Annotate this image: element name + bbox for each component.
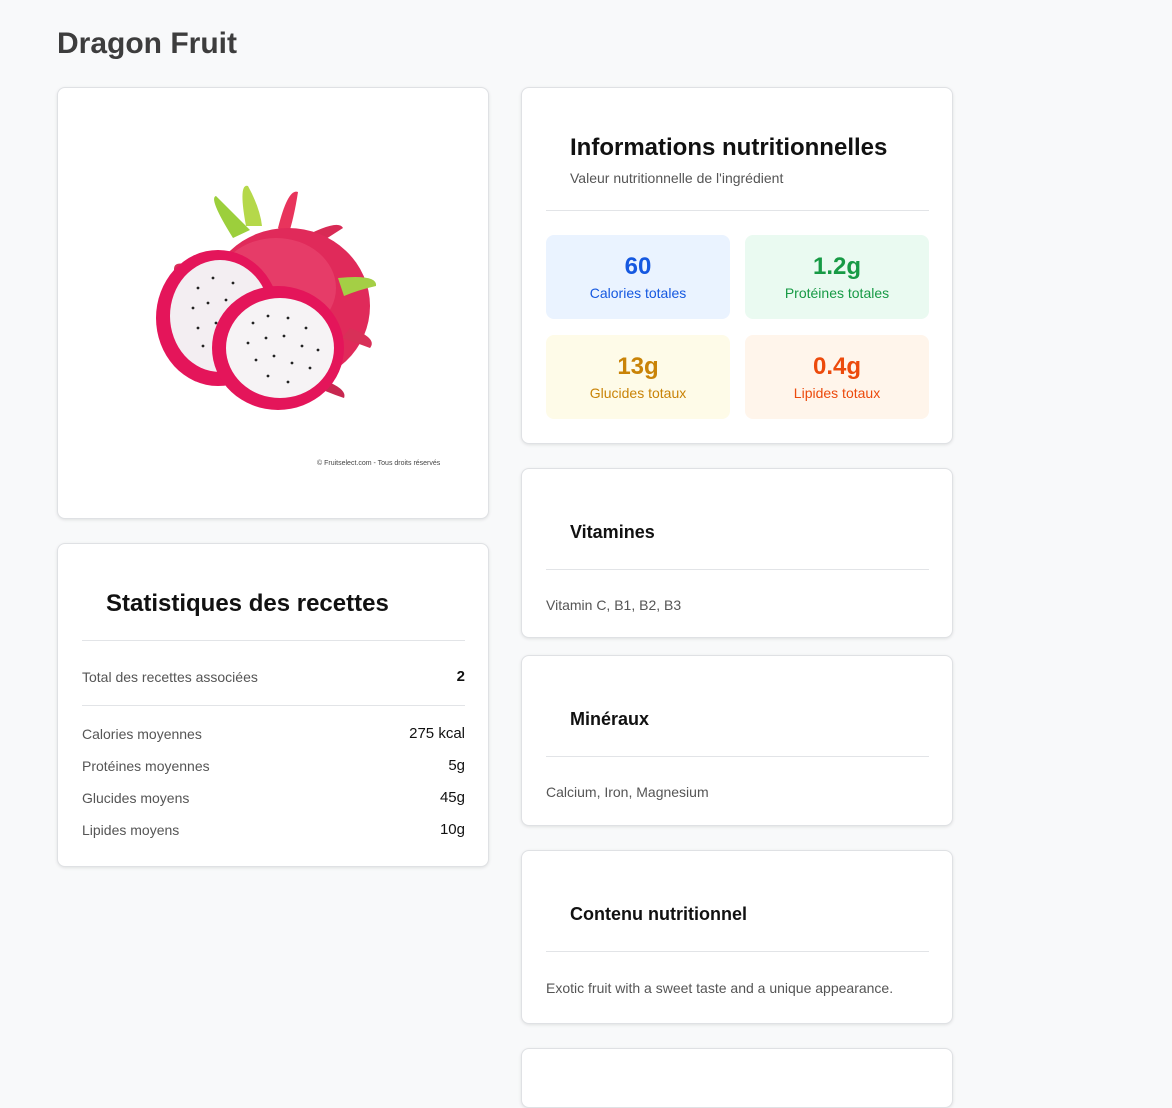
nutrition-subtitle: Valeur nutritionnelle de l'ingrédient: [570, 170, 784, 186]
content-text: Exotic fruit with a sweet taste and a un…: [546, 980, 894, 996]
stat-label: Lipides moyens: [82, 821, 180, 838]
stats-divider: [82, 705, 465, 706]
page-title: Dragon Fruit: [57, 27, 237, 60]
nutrition-divider: [546, 210, 929, 211]
content-divider: [546, 951, 929, 952]
fat-tile: 0.4g Lipides totaux: [745, 335, 929, 419]
protein-tile: 1.2g Protéines totales: [745, 235, 929, 319]
tile-value: 0.4g: [812, 353, 862, 380]
tile-value: 13g: [617, 353, 659, 380]
stats-divider: [82, 640, 465, 641]
calories-tile: 60 Calories totales: [546, 235, 730, 319]
vitamins-card: Vitamines Vitamin C, B1, B2, B3: [521, 468, 953, 638]
tile-label: Protéines totales: [784, 285, 890, 301]
stat-label: Protéines moyennes: [82, 757, 210, 774]
minerals-text: Calcium, Iron, Magnesium: [546, 784, 709, 800]
minerals-title: Minéraux: [570, 709, 650, 729]
stat-label: Total des recettes associées: [82, 668, 258, 685]
stat-row: Protéines moyennes 5g: [82, 757, 465, 774]
stat-value: 45g: [439, 789, 465, 806]
stat-label: Calories moyennes: [82, 725, 202, 742]
tile-label: Glucides totaux: [589, 385, 687, 401]
stat-label: Glucides moyens: [82, 789, 190, 806]
stat-value: 10g: [439, 821, 465, 838]
stat-row-total: Total des recettes associées 2: [82, 668, 465, 685]
fruit-slice-right: [212, 286, 344, 410]
stat-row: Glucides moyens 45g: [82, 789, 465, 806]
nutrition-card: Informations nutritionnelles Valeur nutr…: [521, 87, 953, 444]
recipe-stats-card: Statistiques des recettes Total des rece…: [57, 543, 489, 867]
stat-value: 5g: [448, 757, 465, 774]
tile-value: 60: [624, 253, 652, 280]
carbs-tile: 13g Glucides totaux: [546, 335, 730, 419]
stat-row: Calories moyennes 275 kcal: [82, 725, 465, 742]
content-title: Contenu nutritionnel: [570, 904, 747, 924]
minerals-card: Minéraux Calcium, Iron, Magnesium: [521, 655, 953, 826]
dragon-fruit-image: [156, 185, 377, 410]
stats-title: Statistiques des recettes: [106, 590, 389, 617]
vitamins-text: Vitamin C, B1, B2, B3: [546, 597, 682, 613]
image-credit: © Fruitselect.com - Tous droits réservés: [317, 460, 441, 467]
tile-value: 1.2g: [812, 253, 862, 280]
stat-row: Lipides moyens 10g: [82, 821, 465, 838]
vitamins-divider: [546, 569, 929, 570]
minerals-divider: [546, 756, 929, 757]
vitamins-title: Vitamines: [570, 522, 655, 542]
tile-label: Lipides totaux: [793, 385, 881, 401]
ingredient-image-card: © Fruitselect.com - Tous droits réservés: [57, 87, 489, 519]
nutrition-title: Informations nutritionnelles: [570, 134, 888, 161]
content-card: Contenu nutritionnel Exotic fruit with a…: [521, 850, 953, 1024]
stat-value: 275 kcal: [409, 725, 465, 742]
tile-label: Calories totales: [589, 285, 687, 301]
next-card: [521, 1048, 953, 1108]
stat-value: 2: [456, 668, 465, 685]
